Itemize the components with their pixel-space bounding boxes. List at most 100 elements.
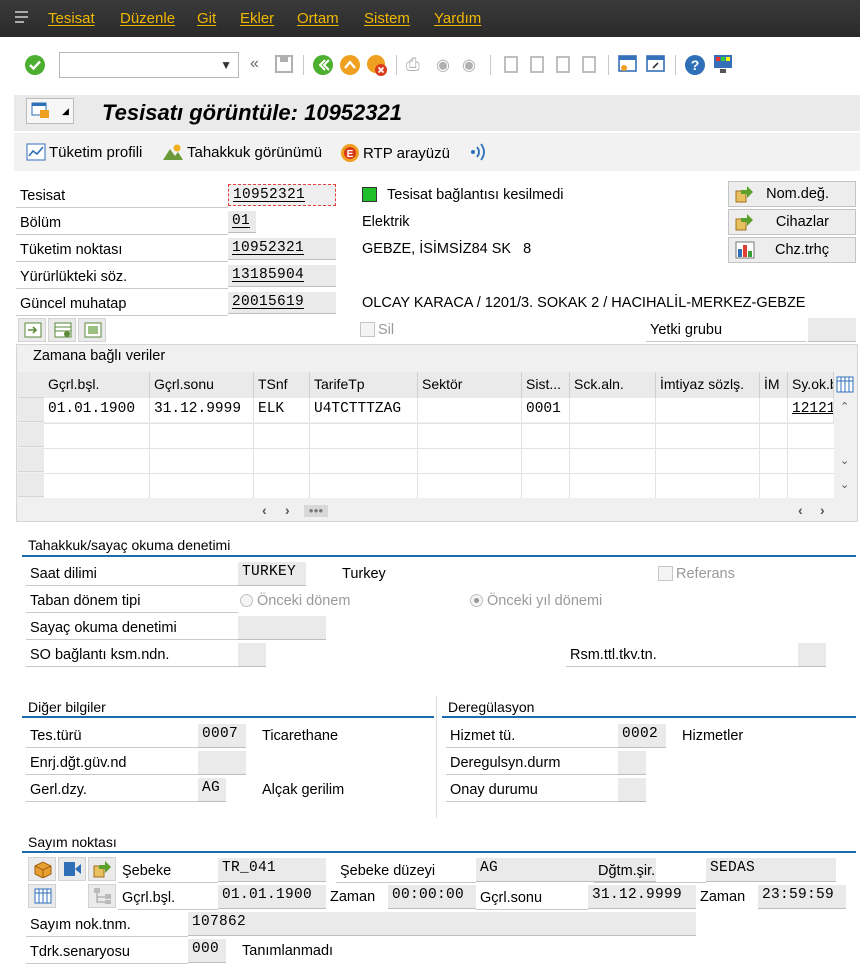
new-session-icon[interactable] xyxy=(617,53,639,78)
installation-field[interactable]: 10952321 xyxy=(228,184,336,206)
meter-action-button-1[interactable] xyxy=(28,857,56,881)
chevron-down-icon[interactable]: ▼ xyxy=(220,58,232,72)
last-page-icon[interactable] xyxy=(578,54,598,77)
timezone-field[interactable]: TURKEY xyxy=(238,562,306,586)
menu-sistem[interactable]: Sistem xyxy=(364,10,410,27)
billing-title: Tahakkuk/sayaç okuma denetimi xyxy=(28,537,231,553)
row-selector[interactable] xyxy=(18,423,44,447)
scroll-thumb[interactable]: ●●● xyxy=(304,505,328,517)
scroll-right-icon[interactable]: › xyxy=(285,502,290,518)
device-history-button[interactable]: Chz.trhç xyxy=(728,237,856,263)
col-valid-to[interactable]: Gçrl.sonu xyxy=(150,372,254,398)
help-icon[interactable]: ? xyxy=(684,54,706,79)
vertical-scrollbar[interactable]: ⌃ ⌄ ⌄ xyxy=(836,398,856,498)
screen-menu-button[interactable]: ◢ xyxy=(26,98,74,124)
delete-checkbox[interactable]: Sil xyxy=(360,322,394,338)
energy-field[interactable] xyxy=(198,751,246,775)
menu-toggle-icon[interactable] xyxy=(14,9,30,25)
menu-ekler[interactable]: Ekler xyxy=(240,10,274,27)
col-tariff-type[interactable]: TarifeTp xyxy=(310,372,418,398)
service-type-field[interactable]: 0002 xyxy=(618,724,666,748)
reference-checkbox[interactable]: Referans xyxy=(658,566,735,582)
col-sector[interactable]: Sektör xyxy=(418,372,522,398)
meter-valid-from-field[interactable]: 01.01.1900 xyxy=(218,885,326,909)
back-icon[interactable] xyxy=(312,54,334,79)
menu-tesisat[interactable]: Tesisat xyxy=(48,10,95,27)
scroll-right-icon[interactable]: › xyxy=(820,502,825,518)
consumption-point-field[interactable]: 10952321 xyxy=(228,238,336,260)
shortcut-icon[interactable] xyxy=(645,53,667,78)
installation-type-field[interactable]: 0007 xyxy=(198,724,246,748)
so-connection-field[interactable] xyxy=(238,643,266,667)
enter-check-icon[interactable] xyxy=(24,54,46,76)
voltage-level-field[interactable]: AG xyxy=(198,778,226,802)
meter-valid-to-field[interactable]: 31.12.9999 xyxy=(588,885,696,909)
partner-field[interactable]: 20015619 xyxy=(228,292,336,314)
time-to-field[interactable]: 23:59:59 xyxy=(758,885,846,909)
meter-action-button-5[interactable] xyxy=(88,884,116,908)
col-valid-from[interactable]: Gçrl.bşl. xyxy=(44,372,150,398)
row-selector[interactable] xyxy=(18,448,44,472)
table-action-button-3[interactable] xyxy=(78,318,106,342)
cancel-icon[interactable] xyxy=(366,54,388,79)
scroll-down-icon[interactable]: ⌄ xyxy=(840,478,849,491)
first-page-icon[interactable] xyxy=(500,54,520,77)
command-field[interactable]: ▼ xyxy=(59,52,239,78)
scroll-up-icon[interactable]: ⌃ xyxy=(840,400,849,413)
scenario-field[interactable]: 000 xyxy=(188,939,226,963)
col-sck-aln[interactable]: Sck.aln. xyxy=(570,372,656,398)
scroll-left-icon[interactable]: ‹ xyxy=(798,502,803,518)
scroll-left-icon[interactable]: ‹ xyxy=(262,502,267,518)
consumption-profile-button[interactable]: Tüketim profili xyxy=(26,143,142,161)
exit-icon[interactable] xyxy=(339,54,361,79)
previous-page-icon[interactable] xyxy=(526,54,546,77)
time-from-field[interactable]: 00:00:00 xyxy=(388,885,476,909)
col-tsnf[interactable]: TSnf xyxy=(254,372,310,398)
menu-duzenle[interactable]: Düzenle xyxy=(120,10,175,27)
col-im[interactable]: İM xyxy=(760,372,788,398)
devices-button[interactable]: Cihazlar xyxy=(728,209,856,235)
rtp-interface-button[interactable]: E RTP arayüzü xyxy=(340,143,450,163)
meter-action-button-4[interactable] xyxy=(28,884,56,908)
prev-year-period-radio[interactable]: Önceki yıl dönemi xyxy=(470,593,602,609)
scroll-down-icon[interactable]: ⌄ xyxy=(840,454,849,467)
row-selector[interactable] xyxy=(18,398,44,422)
sy-ok-link[interactable]: 12121 xyxy=(792,401,833,417)
accrual-view-button[interactable]: Tahakkuk görünümü xyxy=(162,143,322,161)
meter-description-field[interactable]: 107862 xyxy=(188,912,696,936)
prev-period-radio[interactable]: Önceki dönem xyxy=(240,593,351,609)
row-selector-header[interactable] xyxy=(18,372,44,398)
col-sy-ok[interactable]: Sy.ok.b xyxy=(788,372,834,398)
col-privilege-contract[interactable]: İmtiyaz sözlş. xyxy=(656,372,760,398)
save-icon[interactable] xyxy=(274,54,294,77)
meter-action-button-3[interactable] xyxy=(88,857,116,881)
menu-ortam[interactable]: Ortam xyxy=(297,10,339,27)
auth-group-field[interactable] xyxy=(808,318,856,342)
row-selector[interactable] xyxy=(18,473,44,497)
find-icon[interactable]: ◉ xyxy=(436,55,450,75)
division-field[interactable]: 01 xyxy=(228,211,256,233)
table-action-button-1[interactable] xyxy=(18,318,46,342)
table-action-button-2[interactable] xyxy=(48,318,76,342)
menu-yardim[interactable]: Yardım xyxy=(434,10,481,27)
dereg-status-field[interactable] xyxy=(618,751,646,775)
customize-layout-icon[interactable] xyxy=(712,53,734,78)
find-next-icon[interactable]: ◉ xyxy=(462,55,476,75)
column-settings-icon[interactable] xyxy=(836,376,854,396)
signal-icon[interactable] xyxy=(468,142,490,165)
meter-valid-to-label: Gçrl.sonu xyxy=(476,886,588,910)
network-field[interactable]: TR_041 xyxy=(218,858,326,882)
print-icon[interactable]: ⎙ xyxy=(406,55,420,75)
approval-status-field[interactable] xyxy=(618,778,646,802)
cell-sy-ok[interactable]: 12121 xyxy=(788,398,834,422)
meter-reading-field[interactable] xyxy=(238,616,326,640)
contract-field[interactable]: 13185904 xyxy=(228,265,336,287)
col-system[interactable]: Sist... xyxy=(522,372,570,398)
nom-change-button[interactable]: Nom.değ. xyxy=(728,181,856,207)
meter-action-button-2[interactable] xyxy=(58,857,86,881)
menu-git[interactable]: Git xyxy=(197,10,216,27)
rsm-field[interactable] xyxy=(798,643,826,667)
distribution-company-field[interactable]: SEDAS xyxy=(706,858,836,882)
next-page-icon[interactable] xyxy=(552,54,572,77)
collapse-icon[interactable]: « xyxy=(250,55,259,73)
